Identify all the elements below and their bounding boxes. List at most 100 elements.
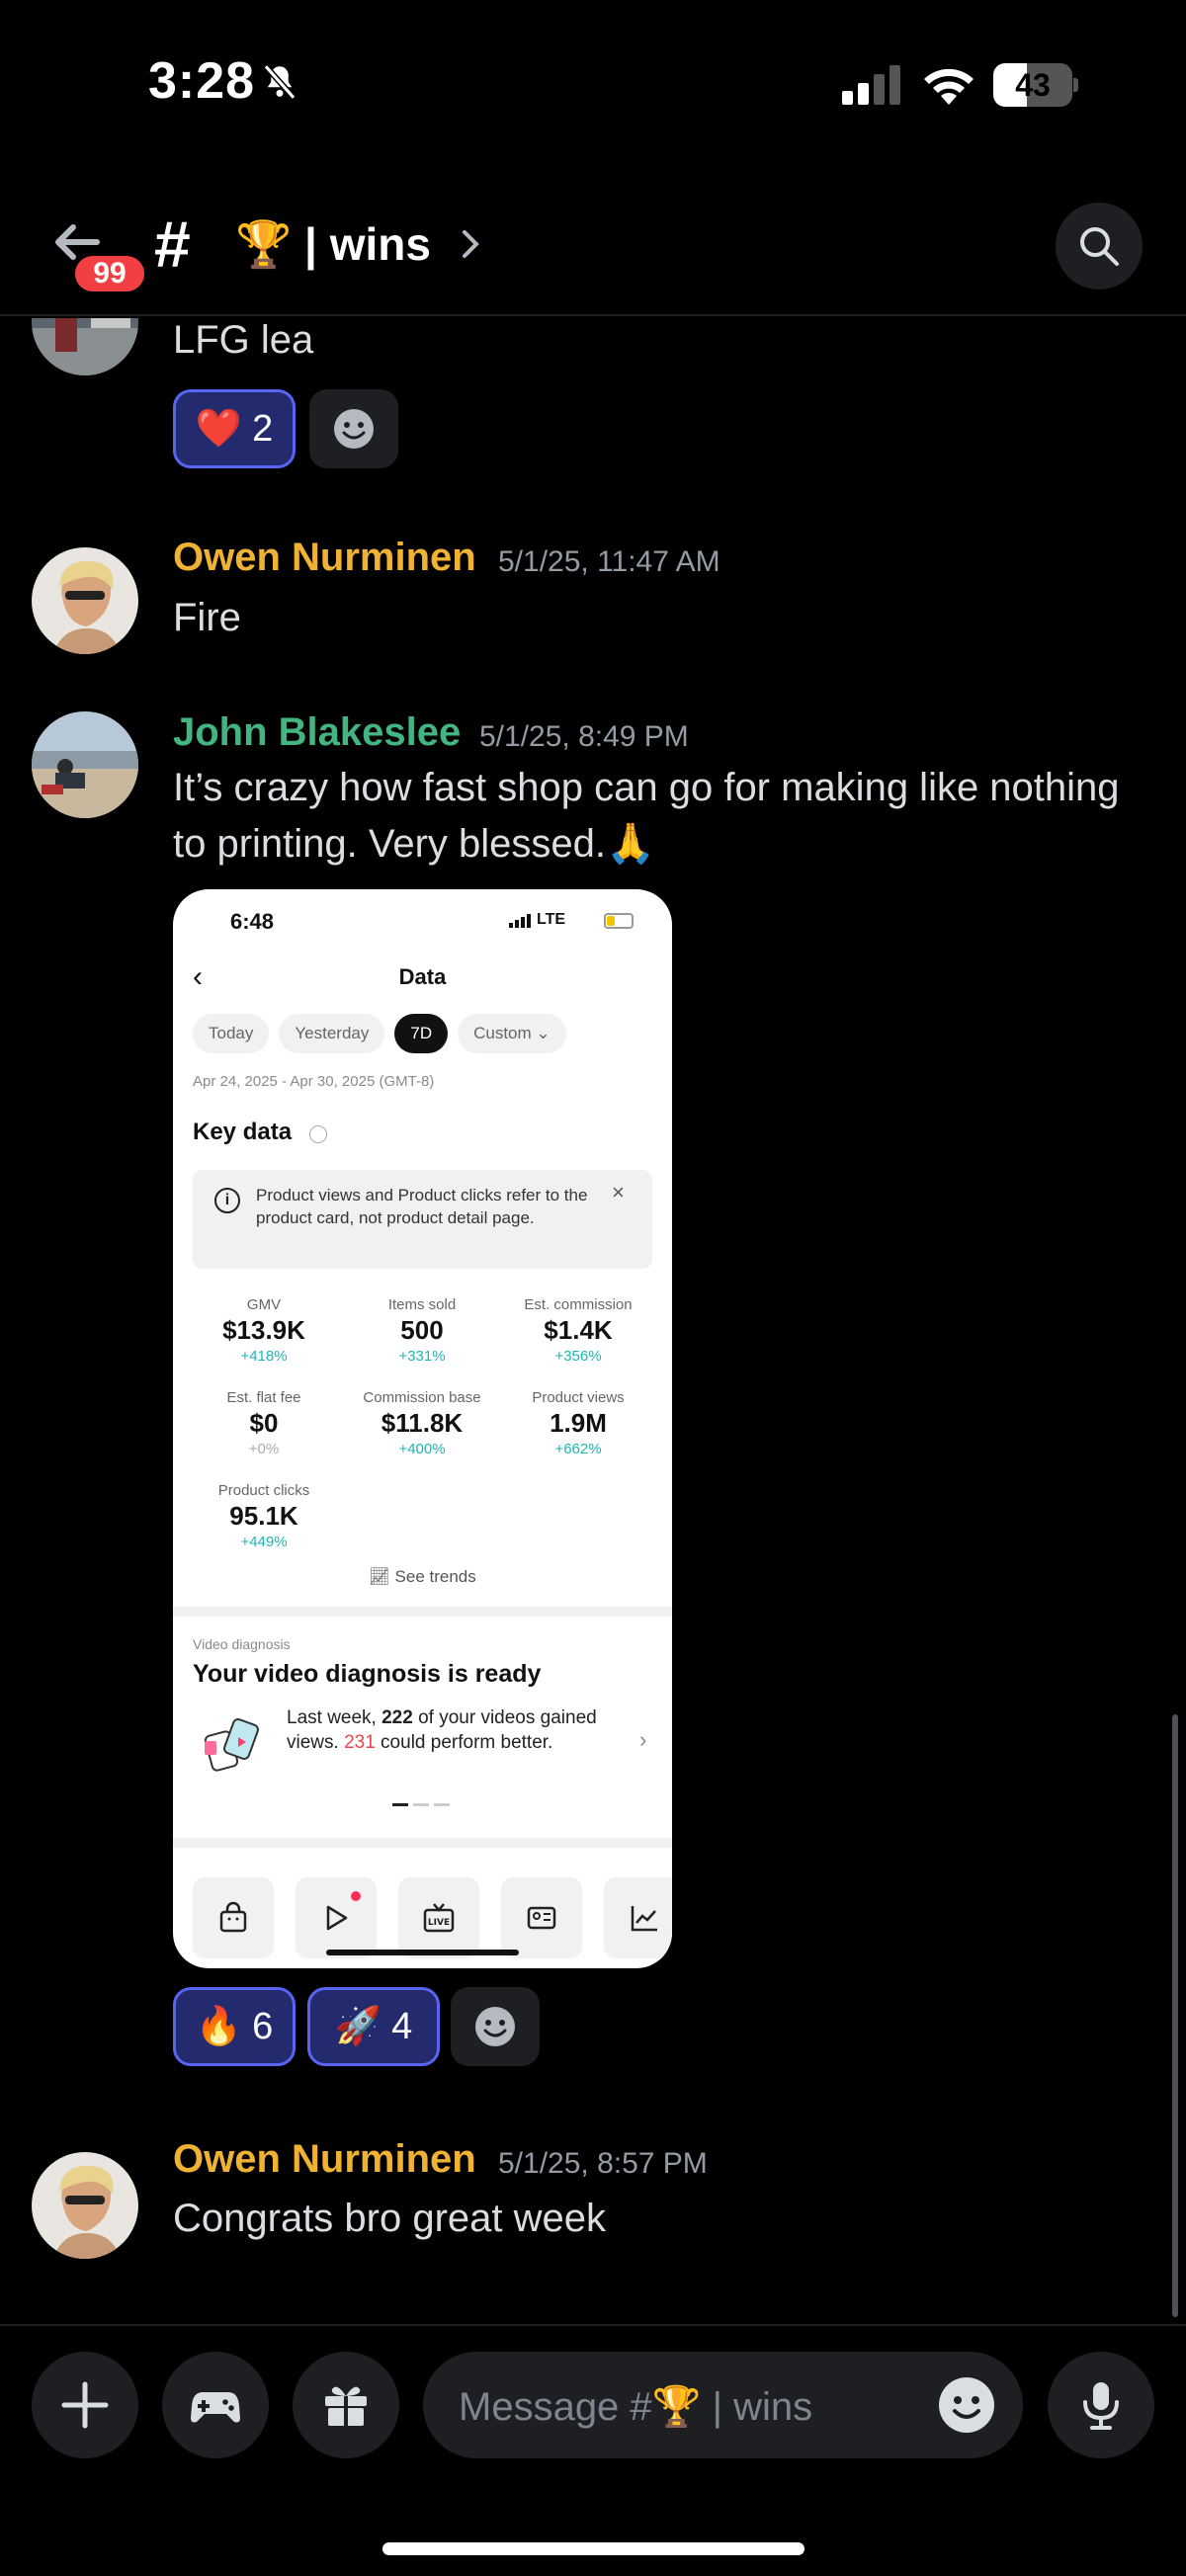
analytics-tool <box>604 1877 672 1958</box>
chip-7d: 7D <box>394 1014 449 1053</box>
chip-yesterday: Yesterday <box>279 1014 385 1053</box>
message-timestamp: 5/1/25, 8:49 PM <box>479 720 689 753</box>
date-chips: Today Yesterday 7D Custom ⌄ <box>193 1014 566 1053</box>
message-text: Congrats bro great week <box>173 2197 607 2240</box>
hash-icon: # <box>154 208 191 281</box>
avatar[interactable] <box>32 711 138 818</box>
status-time: 3:28 <box>148 52 256 110</box>
reaction-count: 4 <box>391 2005 413 2047</box>
battery-indicator: 43 <box>993 63 1078 107</box>
play-icon <box>326 1905 348 1931</box>
chevron-right-icon[interactable] <box>457 224 486 264</box>
metric-product-clicks: Product clicks 95.1K +449% <box>217 1482 310 1550</box>
chevron-right-icon: › <box>639 1727 647 1752</box>
channel-header: 99 # 🏆 | wins <box>0 173 1186 316</box>
rocket-emoji: 🚀 <box>334 2006 382 2047</box>
bell-off-icon <box>263 64 296 100</box>
fire-emoji: 🔥 <box>195 2006 243 2047</box>
screenshot-title: Data <box>398 964 447 989</box>
reaction-count: 2 <box>252 407 274 450</box>
add-reaction-button[interactable] <box>309 389 398 468</box>
wifi-icon <box>924 68 974 105</box>
author-name[interactable]: Owen Nurminen <box>173 2137 476 2182</box>
video-diagnosis-icon <box>204 1718 259 1772</box>
shopping-bag-icon <box>219 1901 247 1933</box>
image-attachment[interactable]: 6:48 LTE ‹ Data Today Yesterday 7D Custo… <box>173 889 672 1968</box>
avatar[interactable] <box>32 318 138 375</box>
metric-gmv: GMV $13.9K +418% <box>222 1296 305 1365</box>
channel-name[interactable]: 🏆 | wins <box>235 214 431 274</box>
microphone-icon <box>1083 2382 1119 2430</box>
home-indicator <box>326 1950 519 1955</box>
author-name[interactable]: Owen Nurminen <box>173 536 476 580</box>
reaction-heart[interactable]: ❤️ 2 <box>173 389 296 468</box>
smiley-icon <box>475 2007 515 2046</box>
key-data-title: Key data <box>193 1119 293 1145</box>
shop-tool <box>193 1877 274 1958</box>
message-text: LFG lea <box>173 318 314 362</box>
close-icon: × <box>612 1180 625 1205</box>
message-placeholder: Message #🏆 | wins <box>459 2385 813 2429</box>
emoji-picker-icon[interactable] <box>937 2375 996 2435</box>
reaction-fire[interactable]: 🔥 6 <box>173 1987 296 2066</box>
notification-dot <box>351 1891 361 1901</box>
screenshot-time: 6:48 <box>230 909 275 934</box>
id-card-icon <box>527 1906 556 1930</box>
heart-emoji: ❤️ <box>195 408 243 450</box>
section-divider <box>173 1607 672 1617</box>
author-name[interactable]: John Blakeslee <box>173 710 461 755</box>
home-indicator <box>382 2542 805 2555</box>
live-tv-icon: LIVE <box>423 1903 455 1933</box>
network-type: LTE <box>537 911 566 928</box>
gamepad-icon <box>191 2392 240 2423</box>
message-input[interactable]: Message #🏆 | wins <box>423 2352 1023 2458</box>
video-diagnosis-text: Last week, 222 of your videos gained vie… <box>287 1707 597 1753</box>
avatar[interactable] <box>32 2152 138 2259</box>
metric-est-commission: Est. commission $1.4K +356% <box>524 1296 633 1365</box>
message-composer: Message #🏆 | wins <box>0 2324 1186 2576</box>
section-divider <box>173 1838 672 1848</box>
add-reaction-button[interactable] <box>451 1987 540 2066</box>
avatar[interactable] <box>32 547 138 654</box>
notice-text: Product views and Product clicks refer t… <box>256 1186 588 1227</box>
profile-tool <box>501 1877 582 1958</box>
search-button[interactable] <box>1056 203 1143 290</box>
cellular-signal-icon <box>842 65 900 105</box>
unread-badge: 99 <box>71 252 148 295</box>
info-icon <box>309 1125 327 1143</box>
gift-icon <box>325 2386 367 2426</box>
line-chart-icon <box>631 1906 657 1932</box>
message-timestamp: 5/1/25, 11:47 AM <box>498 545 720 578</box>
battery-low-icon <box>604 913 634 929</box>
trend-icon: 📈︎ <box>369 1567 390 1586</box>
add-attachment-button[interactable] <box>32 2352 138 2458</box>
message-text: Fire <box>173 596 241 639</box>
notice-box: i Product views and Product clicks refer… <box>193 1170 652 1269</box>
message-list[interactable]: LFG lea ❤️ 2 Owen Nurminen 5/1/25, 11:47… <box>0 318 1186 2324</box>
signal-bars-icon <box>509 914 531 928</box>
battery-percent: 43 <box>1015 67 1051 103</box>
metric-flat-fee: Est. flat fee $0 +0% <box>226 1389 301 1457</box>
svg-text:LIVE: LIVE <box>428 1918 450 1928</box>
video-diagnosis-title: Your video diagnosis is ready <box>193 1660 542 1688</box>
search-icon <box>1080 227 1119 266</box>
video-diagnosis-label: Video diagnosis <box>193 1636 291 1652</box>
message-timestamp: 5/1/25, 8:57 PM <box>498 2147 708 2180</box>
message-text: It’s crazy how fast shop can go for maki… <box>173 766 1120 866</box>
plus-icon <box>61 2381 109 2429</box>
date-range: Apr 24, 2025 - Apr 30, 2025 (GMT-8) <box>193 1073 435 1090</box>
see-trends-link: 📈︎ See trends <box>369 1567 476 1586</box>
chip-today: Today <box>193 1014 270 1053</box>
metric-commission-base: Commission base $11.8K +400% <box>363 1389 481 1457</box>
info-circle-icon: i <box>214 1188 240 1213</box>
metric-items-sold: Items sold 500 +331% <box>387 1296 457 1365</box>
status-bar: 3:28 43 <box>0 0 1186 173</box>
metric-product-views: Product views 1.9M +662% <box>532 1389 625 1457</box>
voice-message-button[interactable] <box>1048 2352 1154 2458</box>
gift-button[interactable] <box>293 2352 399 2458</box>
reaction-rocket[interactable]: 🚀 4 <box>307 1987 440 2066</box>
video-tool <box>296 1877 377 1958</box>
scrollbar[interactable] <box>1172 1714 1178 2317</box>
activities-button[interactable] <box>162 2352 269 2458</box>
smiley-icon <box>334 409 374 449</box>
